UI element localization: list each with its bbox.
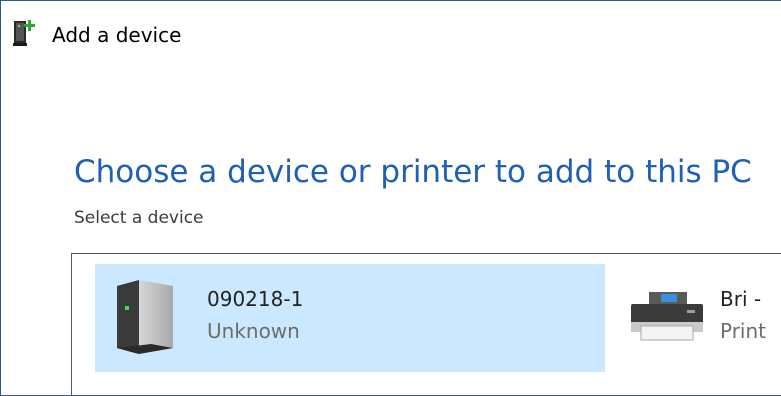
- page-heading: Choose a device or printer to add to thi…: [74, 154, 752, 190]
- device-status: Unknown: [207, 319, 300, 343]
- add-device-window: Add a device Choose a device or printer …: [0, 0, 781, 396]
- select-device-label: Select a device: [74, 208, 204, 228]
- device-name: 090218-1: [207, 287, 304, 311]
- device-item[interactable]: 090218-1 Unknown: [95, 264, 605, 372]
- window-title: Add a device: [52, 23, 182, 47]
- printer-icon: [627, 286, 707, 346]
- title-bar: Add a device: [1, 1, 781, 47]
- device-status: Print: [720, 319, 767, 343]
- computer-tower-icon: [111, 278, 183, 358]
- device-list[interactable]: 090218-1 Unknown Bri - Print: [71, 253, 781, 395]
- device-item[interactable]: Bri - Print: [627, 264, 781, 372]
- add-device-icon: [13, 17, 37, 47]
- device-name: Bri -: [720, 287, 762, 311]
